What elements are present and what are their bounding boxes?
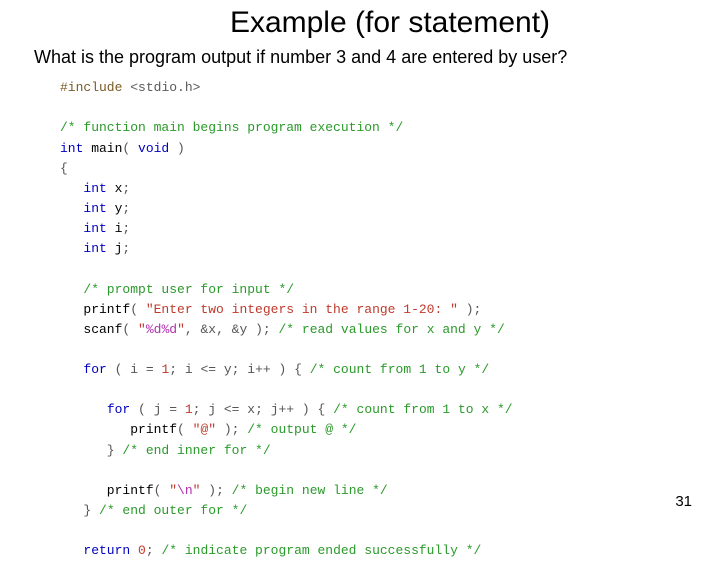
fmt-close: " (177, 322, 185, 337)
fn-main: main (83, 141, 122, 156)
for-i-end: ) { (271, 362, 310, 377)
for-j-cond: ; j (193, 402, 224, 417)
question-text: What is the program output if number 3 a… (0, 40, 720, 70)
paren: ( (154, 483, 170, 498)
kw-return: return (83, 543, 130, 558)
printf-newline: printf (60, 483, 154, 498)
for-j-init: ( j (130, 402, 169, 417)
comment-for-j: /* count from 1 to x */ (333, 402, 512, 417)
for-j-x: x; j (239, 402, 278, 417)
scanf-call: scanf (60, 322, 122, 337)
le: <= (200, 362, 216, 377)
semi: ; (122, 241, 130, 256)
kw-int: int (60, 141, 83, 156)
printf-call-1: printf (60, 302, 130, 317)
comment-prompt: /* prompt user for input */ (83, 282, 294, 297)
comment-scan: /* read values for x and y */ (271, 322, 505, 337)
semi: ; (122, 201, 130, 216)
decl-int-y: int (83, 201, 106, 216)
brace-close-inner: } (60, 443, 122, 458)
decl-int-x: int (83, 181, 106, 196)
decl-i: i (107, 221, 123, 236)
code-block: #include <stdio.h> /* function main begi… (60, 78, 720, 561)
inc: ++ (255, 362, 271, 377)
le-j: <= (224, 402, 240, 417)
paren-close: ) (169, 141, 185, 156)
for-i-init: ( i (107, 362, 146, 377)
kw-void: void (138, 141, 169, 156)
brace-open: { (60, 161, 68, 176)
comment-end-outer: /* end outer for */ (99, 503, 247, 518)
decl-int-i: int (83, 221, 106, 236)
comment-at: /* output @ */ (239, 422, 356, 437)
kw-for-outer: for (83, 362, 106, 377)
paren: ( (122, 322, 138, 337)
semi-ret: ; (146, 543, 154, 558)
eq: = (146, 362, 162, 377)
one-j: 1 (185, 402, 193, 417)
zero: 0 (130, 543, 146, 558)
paren-open: ( (122, 141, 138, 156)
semi: ; (122, 221, 130, 236)
decl-y: y (107, 201, 123, 216)
paren: ( (177, 422, 193, 437)
close-call: ); (216, 422, 239, 437)
preprocessor: #include (60, 80, 122, 95)
string-prompt: "Enter two integers in the range 1-20: " (146, 302, 458, 317)
for-j-end: ) { (294, 402, 333, 417)
kw-for-inner: for (107, 402, 130, 417)
decl-j: j (107, 241, 123, 256)
decl-int-j: int (83, 241, 106, 256)
include-lib: <stdio.h> (130, 80, 200, 95)
slide-title: Example (for statement) (0, 0, 720, 40)
brace-close-outer: } (60, 503, 99, 518)
for-i-cond: ; i (169, 362, 200, 377)
nl-open: " (169, 483, 177, 498)
comment-main: /* function main begins program executio… (60, 120, 403, 135)
scanf-args: , &x, &y ); (185, 322, 271, 337)
for-i-y: y; i (216, 362, 255, 377)
inc-j: ++ (279, 402, 295, 417)
fmt-esc: %d%d (146, 322, 177, 337)
comment-nl: /* begin new line */ (224, 483, 388, 498)
paren: ( (130, 302, 146, 317)
printf-inner: printf (60, 422, 177, 437)
page-number: 31 (675, 493, 692, 510)
string-at: "@" (193, 422, 216, 437)
comment-for-i: /* count from 1 to y */ (310, 362, 489, 377)
close-call: ); (458, 302, 481, 317)
esc-nl: \n (177, 483, 193, 498)
comment-end-inner: /* end inner for */ (122, 443, 270, 458)
decl-x: x (107, 181, 123, 196)
semi: ; (122, 181, 130, 196)
comment-return: /* indicate program ended successfully *… (154, 543, 482, 558)
eq: = (169, 402, 185, 417)
close-call: ); (200, 483, 223, 498)
fmt-open: " (138, 322, 146, 337)
